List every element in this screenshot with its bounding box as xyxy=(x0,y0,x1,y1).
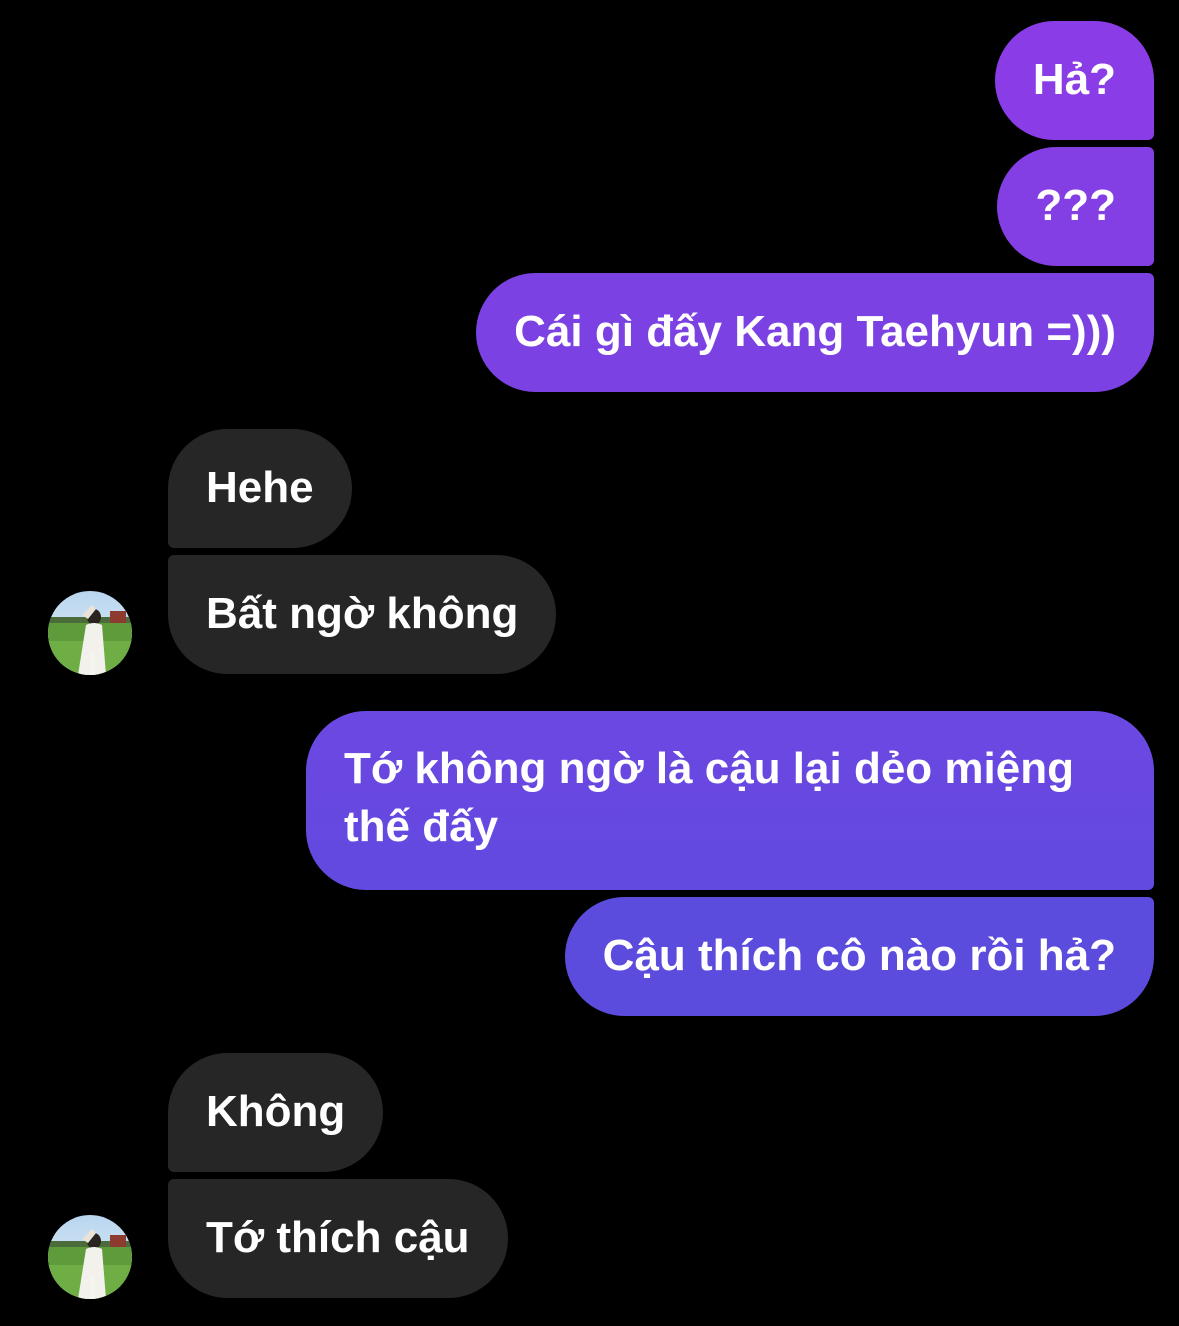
sent-message-bubble[interactable]: Cậu thích cô nào rồi hả? xyxy=(564,897,1154,1016)
message-text: Cái gì đấy Kang Taehyun =))) xyxy=(514,307,1116,356)
message-text: Tớ không ngờ là cậu lại dẻo miệng thế đấ… xyxy=(344,744,1074,851)
message-text: ??? xyxy=(1035,181,1116,230)
received-message-bubble[interactable]: Không xyxy=(168,1053,384,1172)
message-thread[interactable]: Hả? ??? Cái gì đấy Kang Taehyun =))) Heh… xyxy=(0,0,1179,1326)
sent-message-bubble[interactable]: Hả? xyxy=(994,21,1154,140)
received-message-bubble[interactable]: Tớ thích cậu xyxy=(168,1179,508,1298)
contact-avatar[interactable] xyxy=(48,591,132,675)
sent-message-bubble[interactable]: ??? xyxy=(997,147,1154,266)
sent-message-bubble[interactable]: Cái gì đấy Kang Taehyun =))) xyxy=(476,273,1154,392)
avatar-photo-icon xyxy=(48,1215,132,1299)
received-message-bubble[interactable]: Hehe xyxy=(168,429,352,548)
message-text: Cậu thích cô nào rồi hả? xyxy=(602,931,1116,980)
avatar-photo-icon xyxy=(48,591,132,675)
contact-avatar[interactable] xyxy=(48,1215,132,1299)
message-text: Bất ngờ không xyxy=(206,589,519,638)
message-text: Hả? xyxy=(1032,55,1116,104)
message-text: Tớ thích cậu xyxy=(206,1213,470,1262)
message-text: Hehe xyxy=(206,463,314,512)
received-message-bubble[interactable]: Bất ngờ không xyxy=(168,555,557,674)
message-text: Không xyxy=(206,1087,346,1136)
sent-message-bubble[interactable]: Tớ không ngờ là cậu lại dẻo miệng thế đấ… xyxy=(306,711,1154,890)
